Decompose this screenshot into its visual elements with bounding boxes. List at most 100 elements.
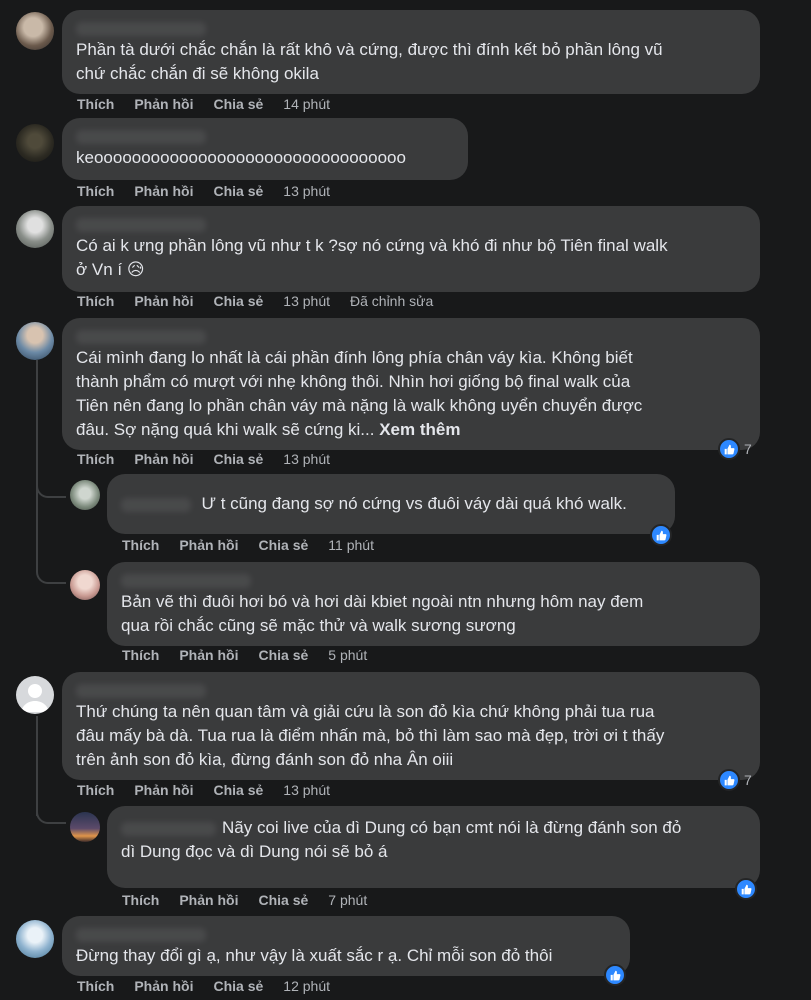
comment-actions: Thích Phản hồi Chia sẻ 13 phút bbox=[77, 451, 330, 467]
reply-link[interactable]: Phản hồi bbox=[134, 451, 193, 467]
comment-bubble: Cái mình đang lo nhất là cái phần đính l… bbox=[62, 318, 760, 450]
comment-body: Cái mình đang lo nhất là cái phần đính l… bbox=[76, 348, 643, 439]
comment-actions: Thích Phản hồi Chia sẻ 11 phút bbox=[122, 537, 374, 553]
like-link[interactable]: Thích bbox=[77, 978, 114, 994]
comment-actions: Thích Phản hồi Chia sẻ 14 phút bbox=[77, 96, 330, 112]
like-reaction-icon bbox=[604, 964, 626, 986]
like-link[interactable]: Thích bbox=[77, 183, 114, 199]
reply-link[interactable]: Phản hồi bbox=[134, 782, 193, 798]
comment-text: Cái mình đang lo nhất là cái phần đính l… bbox=[76, 346, 746, 442]
timestamp[interactable]: 5 phút bbox=[328, 647, 367, 663]
like-link[interactable]: Thích bbox=[77, 451, 114, 467]
reply-link[interactable]: Phản hồi bbox=[134, 183, 193, 199]
comment-text: Phần tà dưới chắc chắn là rất khô và cứn… bbox=[76, 40, 663, 83]
comment-bubble: keooooooooooooooooooooooooooooooooo bbox=[62, 118, 468, 180]
comment-actions: Thích Phản hồi Chia sẻ 13 phút bbox=[77, 782, 330, 798]
like-reaction-icon bbox=[718, 769, 740, 791]
comment-text: Thứ chúng ta nên quan tâm và giải cứu là… bbox=[76, 702, 665, 769]
comment-actions: Thích Phản hồi Chia sẻ 5 phút bbox=[122, 647, 367, 663]
thread-connector bbox=[36, 800, 66, 824]
comment-text: keooooooooooooooooooooooooooooooooo bbox=[76, 148, 406, 167]
author-name[interactable] bbox=[121, 821, 216, 836]
comment-text: Có ai k ưng phần lông vũ như t k ?sợ nó … bbox=[76, 236, 668, 279]
like-link[interactable]: Thích bbox=[77, 782, 114, 798]
see-more-link[interactable]: Xem thêm bbox=[379, 420, 460, 439]
reply-link[interactable]: Phản hồi bbox=[179, 892, 238, 908]
reply-link[interactable]: Phản hồi bbox=[179, 647, 238, 663]
avatar[interactable] bbox=[16, 920, 54, 958]
reaction-count[interactable] bbox=[650, 524, 672, 546]
avatar[interactable] bbox=[70, 480, 100, 510]
author-name[interactable] bbox=[121, 497, 191, 512]
reply-bubble: Nãy coi live của dì Dung có bạn cmt nói … bbox=[107, 806, 760, 888]
author-name[interactable] bbox=[76, 130, 206, 144]
avatar[interactable] bbox=[16, 124, 54, 162]
share-link[interactable]: Chia sẻ bbox=[213, 451, 263, 467]
share-link[interactable]: Chia sẻ bbox=[258, 537, 308, 553]
share-link[interactable]: Chia sẻ bbox=[213, 96, 263, 112]
timestamp[interactable]: 11 phút bbox=[328, 537, 374, 553]
comment-text: Bản vẽ thì đuôi hơi bó và hơi dài kbiet … bbox=[121, 592, 644, 635]
comment-actions: Thích Phản hồi Chia sẻ 13 phút Đã chỉnh … bbox=[77, 293, 433, 309]
reply-link[interactable]: Phản hồi bbox=[134, 293, 193, 309]
timestamp[interactable]: 13 phút bbox=[283, 451, 330, 467]
author-name[interactable] bbox=[76, 218, 206, 232]
author-name[interactable] bbox=[76, 684, 206, 698]
avatar[interactable] bbox=[16, 676, 54, 714]
comment-actions: Thích Phản hồi Chia sẻ 12 phút bbox=[77, 978, 330, 994]
share-link[interactable]: Chia sẻ bbox=[258, 892, 308, 908]
reaction-count[interactable]: 7 bbox=[718, 438, 752, 460]
author-name[interactable] bbox=[76, 928, 206, 942]
like-reaction-icon bbox=[650, 524, 672, 546]
share-link[interactable]: Chia sẻ bbox=[258, 647, 308, 663]
reaction-count[interactable] bbox=[604, 964, 626, 986]
like-reaction-icon bbox=[735, 878, 757, 900]
comment-bubble: Thứ chúng ta nên quan tâm và giải cứu là… bbox=[62, 672, 760, 780]
comment-text: Đừng thay đổi gì ạ, như vậy là xuất sắc … bbox=[76, 946, 553, 965]
reply-bubble: Bản vẽ thì đuôi hơi bó và hơi dài kbiet … bbox=[107, 562, 760, 646]
share-link[interactable]: Chia sẻ bbox=[213, 978, 263, 994]
thread-connector bbox=[36, 560, 66, 584]
author-name[interactable] bbox=[76, 330, 206, 344]
timestamp[interactable]: 13 phút bbox=[283, 782, 330, 798]
comment-bubble: Có ai k ưng phần lông vũ như t k ?sợ nó … bbox=[62, 206, 760, 292]
author-name[interactable] bbox=[121, 574, 251, 588]
default-avatar-icon bbox=[21, 684, 49, 712]
reaction-count[interactable]: 7 bbox=[718, 769, 752, 791]
thread-line bbox=[36, 360, 38, 560]
share-link[interactable]: Chia sẻ bbox=[213, 183, 263, 199]
avatar[interactable] bbox=[16, 12, 54, 50]
like-link[interactable]: Thích bbox=[122, 892, 159, 908]
share-link[interactable]: Chia sẻ bbox=[213, 782, 263, 798]
avatar[interactable] bbox=[70, 570, 100, 600]
reply-link[interactable]: Phản hồi bbox=[179, 537, 238, 553]
comment-text: Nãy coi live của dì Dung có bạn cmt nói … bbox=[121, 816, 746, 864]
like-link[interactable]: Thích bbox=[122, 537, 159, 553]
reaction-number: 7 bbox=[744, 772, 752, 788]
timestamp[interactable]: 13 phút bbox=[283, 293, 330, 309]
timestamp[interactable]: 14 phút bbox=[283, 96, 330, 112]
comment-actions: Thích Phản hồi Chia sẻ 13 phút bbox=[77, 183, 330, 199]
comment-bubble: Phần tà dưới chắc chắn là rất khô và cứn… bbox=[62, 10, 760, 94]
like-link[interactable]: Thích bbox=[77, 293, 114, 309]
like-link[interactable]: Thích bbox=[77, 96, 114, 112]
avatar[interactable] bbox=[70, 812, 100, 842]
timestamp[interactable]: 12 phút bbox=[283, 978, 330, 994]
like-reaction-icon bbox=[718, 438, 740, 460]
reaction-number: 7 bbox=[744, 441, 752, 457]
timestamp[interactable]: 13 phút bbox=[283, 183, 330, 199]
share-link[interactable]: Chia sẻ bbox=[213, 293, 263, 309]
reply-bubble: Ư t cũng đang sợ nó cứng vs đuôi váy dài… bbox=[107, 474, 675, 534]
reply-link[interactable]: Phản hồi bbox=[134, 978, 193, 994]
comment-text: Ư t cũng đang sợ nó cứng vs đuôi váy dài… bbox=[201, 494, 627, 513]
reaction-count[interactable] bbox=[735, 878, 757, 900]
avatar[interactable] bbox=[16, 322, 54, 360]
comment-bubble: Đừng thay đổi gì ạ, như vậy là xuất sắc … bbox=[62, 916, 630, 976]
thread-connector bbox=[36, 474, 66, 498]
like-link[interactable]: Thích bbox=[122, 647, 159, 663]
avatar[interactable] bbox=[16, 210, 54, 248]
timestamp[interactable]: 7 phút bbox=[328, 892, 367, 908]
edited-label: Đã chỉnh sửa bbox=[350, 293, 434, 309]
author-name[interactable] bbox=[76, 22, 206, 36]
reply-link[interactable]: Phản hồi bbox=[134, 96, 193, 112]
